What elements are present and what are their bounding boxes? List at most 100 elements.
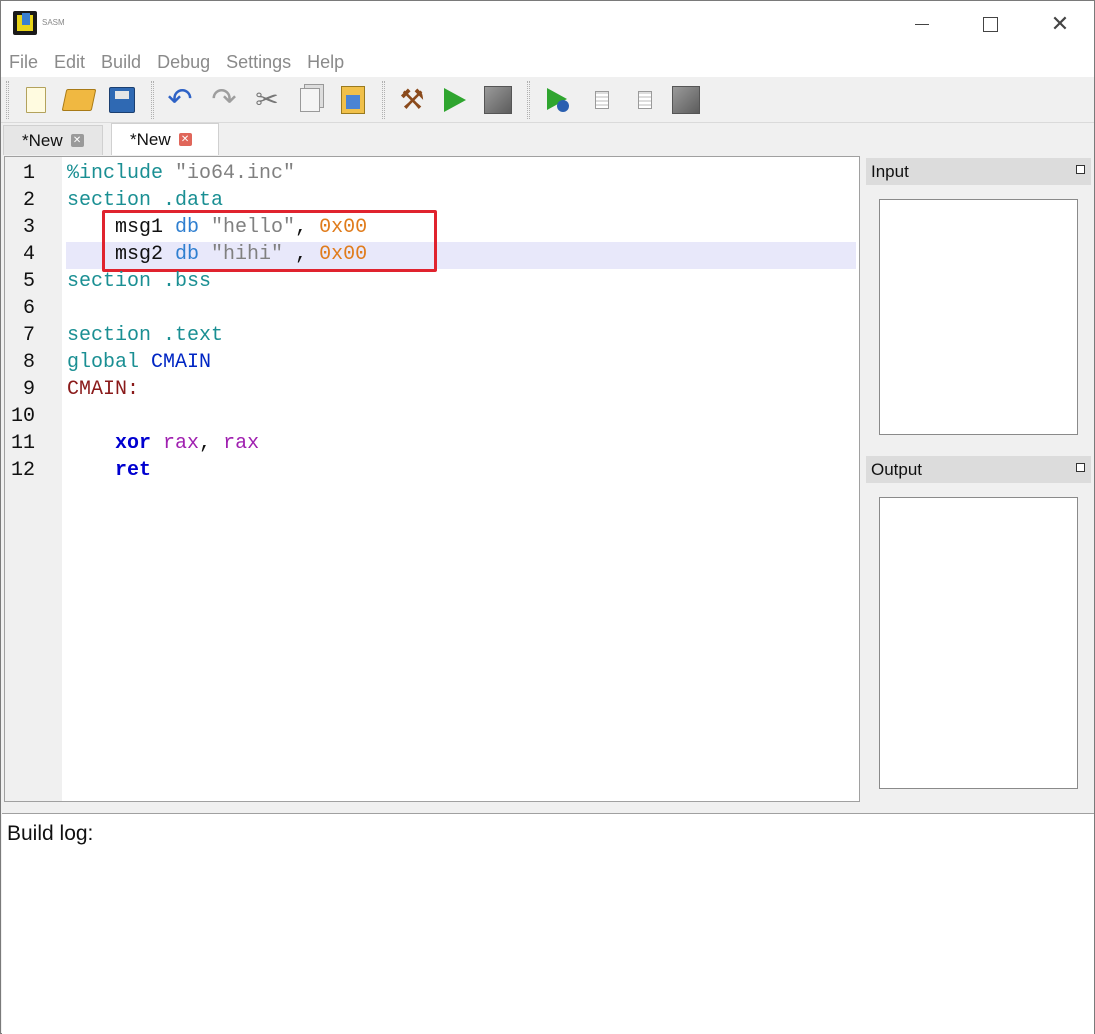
- output-textbox[interactable]: [879, 497, 1078, 789]
- code-token: ,: [199, 432, 224, 455]
- code-token: 0x00: [319, 243, 368, 266]
- copy-icon: [300, 88, 320, 112]
- line-number: 8: [22, 351, 35, 374]
- input-textbox[interactable]: [879, 199, 1078, 435]
- code-token: "io64.inc": [175, 162, 296, 185]
- input-panel-title: Input: [871, 162, 909, 181]
- code-line: global CMAIN: [67, 351, 211, 374]
- code-line: %include "io64.inc": [67, 162, 295, 185]
- build-log-label: Build log:: [7, 822, 94, 845]
- code-line: ret: [67, 459, 151, 482]
- line-number: 6: [22, 297, 35, 320]
- menu-settings[interactable]: Settings: [226, 52, 291, 73]
- play-icon: [444, 88, 466, 112]
- code-token: 0x00: [319, 216, 368, 239]
- code-token: "hello": [211, 216, 296, 239]
- step-into-icon: [638, 91, 652, 109]
- float-panel-icon[interactable]: [1076, 165, 1085, 174]
- tab-close-icon[interactable]: ✕: [70, 134, 84, 147]
- minimize-icon: [915, 23, 929, 25]
- maximize-icon: [982, 16, 998, 32]
- tab-label: *New: [130, 129, 171, 149]
- code-token: section .bss: [67, 270, 212, 293]
- float-panel-icon[interactable]: [1076, 463, 1085, 472]
- output-panel-title: Output: [871, 460, 923, 479]
- tab-close-icon[interactable]: ✕: [178, 133, 192, 146]
- menu-edit[interactable]: Edit: [54, 52, 85, 73]
- code-editor[interactable]: 1 2 3 4 5 6 7 8 9 10 11 12 %include "io64.inc" sectio…: [4, 156, 860, 802]
- title-bar: SASM ✕: [1, 1, 1094, 47]
- new-file-button[interactable]: [19, 83, 53, 117]
- stop-button[interactable]: [481, 83, 515, 117]
- menu-help[interactable]: Help: [307, 52, 344, 73]
- cut-button[interactable]: ✂: [250, 83, 284, 117]
- code-token: ,: [283, 243, 320, 266]
- output-panel-header: Output: [866, 456, 1091, 483]
- stop-icon: [484, 86, 512, 114]
- line-number: 4: [22, 243, 35, 266]
- stop-debug-icon: [672, 86, 700, 114]
- close-icon: ✕: [1050, 11, 1070, 37]
- run-button[interactable]: [438, 83, 472, 117]
- menu-debug[interactable]: Debug: [157, 52, 210, 73]
- minimize-button[interactable]: [899, 1, 945, 47]
- stop-debug-button[interactable]: [669, 83, 703, 117]
- save-file-button[interactable]: [105, 83, 139, 117]
- tab-new-2[interactable]: *New ✕: [111, 123, 219, 155]
- menu-file[interactable]: File: [9, 52, 38, 73]
- open-file-button[interactable]: [61, 83, 97, 117]
- code-token: CMAIN:: [67, 378, 140, 401]
- code-token: CMAIN: [151, 351, 212, 374]
- debug-icon: [545, 87, 571, 113]
- line-number: 5: [22, 270, 35, 293]
- code-token: db: [175, 216, 212, 239]
- step-over-button[interactable]: [585, 83, 619, 117]
- code-token: %include: [67, 162, 176, 185]
- code-token: section .text: [67, 324, 224, 347]
- copy-button[interactable]: [293, 83, 327, 117]
- menu-build[interactable]: Build: [101, 52, 141, 73]
- toolbar-grip[interactable]: [6, 81, 9, 119]
- hammer-icon: ⚒: [399, 83, 425, 116]
- sasm-app-icon: [13, 11, 37, 35]
- redo-button[interactable]: ↷: [207, 83, 241, 117]
- close-button[interactable]: ✕: [1037, 1, 1083, 47]
- code-token: db: [175, 243, 212, 266]
- code-token: rax: [163, 432, 200, 455]
- debug-button[interactable]: [541, 83, 575, 117]
- step-into-button[interactable]: [628, 83, 662, 117]
- code-token: section .data: [67, 189, 224, 212]
- window-title: SASM: [42, 18, 65, 27]
- code-token: xor: [115, 432, 152, 455]
- line-number: 10: [10, 405, 35, 428]
- folder-open-icon: [61, 89, 97, 111]
- line-number: 7: [22, 324, 35, 347]
- toolbar-grip[interactable]: [151, 81, 154, 119]
- code-token: ret: [115, 459, 152, 482]
- line-number: 9: [22, 378, 35, 401]
- build-button[interactable]: ⚒: [395, 83, 429, 117]
- code-line: section .data: [67, 189, 223, 212]
- build-log-panel[interactable]: Build log:: [2, 813, 1094, 1034]
- toolbar-grip[interactable]: [382, 81, 385, 119]
- new-file-icon: [26, 87, 46, 113]
- toolbar-grip[interactable]: [527, 81, 530, 119]
- redo-icon: ↷: [211, 82, 237, 117]
- step-over-icon: [595, 91, 609, 109]
- tab-bar: *New ✕ *New ✕: [1, 123, 1094, 155]
- code-token: global: [67, 351, 152, 374]
- paste-button[interactable]: [336, 83, 370, 117]
- maximize-button[interactable]: [967, 1, 1013, 47]
- scissors-icon: ✂: [255, 83, 279, 116]
- code-line: xor rax, rax: [67, 432, 259, 455]
- code-token: msg1: [67, 216, 176, 239]
- tab-new-1[interactable]: *New ✕: [3, 125, 103, 155]
- undo-button[interactable]: ↶: [163, 83, 197, 117]
- line-number: 3: [22, 216, 35, 239]
- code-line: msg1 db "hello", 0x00: [67, 216, 367, 239]
- code-line: section .text: [67, 324, 223, 347]
- menu-bar: File Edit Build Debug Settings Help: [1, 47, 1094, 77]
